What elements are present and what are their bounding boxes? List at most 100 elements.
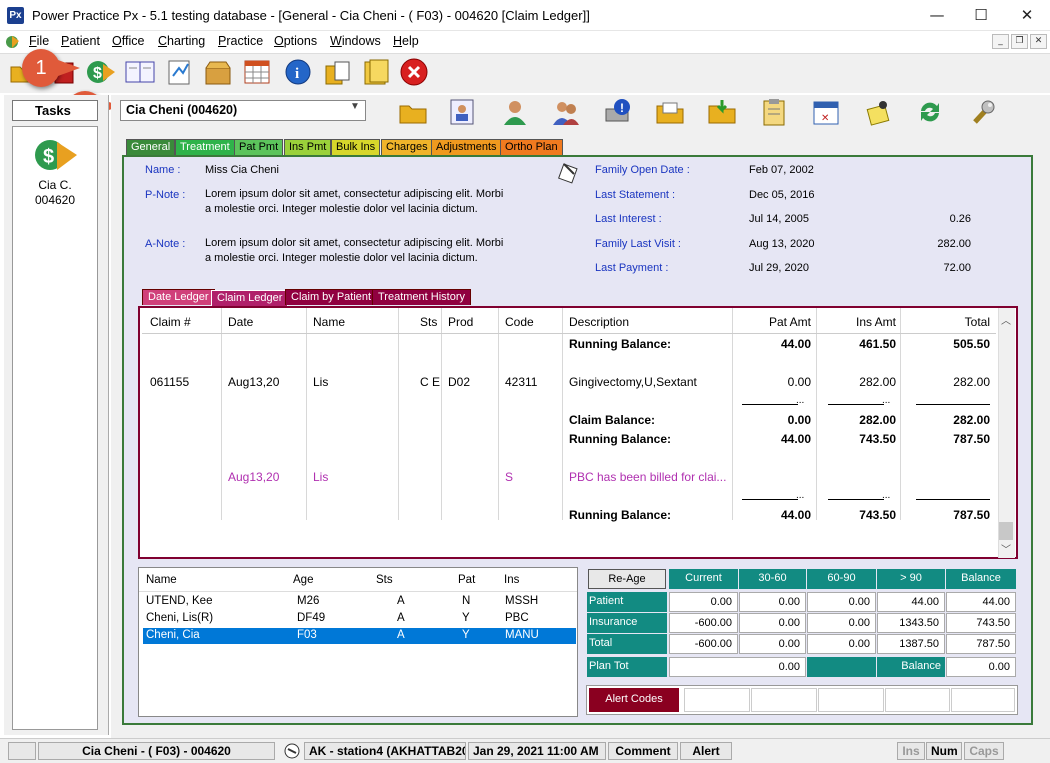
sidebar-patient-label[interactable]: Cia C. 004620 xyxy=(12,178,98,208)
alert-codes-button[interactable]: Alert Codes xyxy=(589,688,679,712)
col-total-header[interactable]: Total xyxy=(904,315,990,329)
family-name[interactable]: UTEND, Kee xyxy=(146,595,212,607)
claim-description[interactable]: Gingivectomy,U,Sextant xyxy=(569,375,697,389)
status-comment[interactable]: Comment xyxy=(608,742,678,760)
wrench-icon[interactable] xyxy=(964,95,1000,129)
family-pat[interactable]: Y xyxy=(462,629,470,641)
status-alert[interactable]: Alert xyxy=(680,742,732,760)
ledger-scrollbar[interactable] xyxy=(998,308,1015,558)
menu-help[interactable]: Help xyxy=(393,34,419,48)
clipboard-icon[interactable] xyxy=(756,95,792,129)
family-pat[interactable]: N xyxy=(462,595,470,607)
col-pat-amt-header[interactable]: Pat Amt xyxy=(736,315,811,329)
tasks-tab[interactable]: Tasks xyxy=(12,100,98,121)
pbc-name[interactable]: Lis xyxy=(313,470,328,484)
tab-date-ledger[interactable]: Date Ledger xyxy=(142,289,215,305)
claim-ins-amt[interactable]: 282.00 xyxy=(820,375,896,389)
col-name-header[interactable]: Name xyxy=(313,315,345,329)
claim-code[interactable]: 42311 xyxy=(505,375,537,389)
close-window-button[interactable]: ✕ xyxy=(1004,0,1050,31)
claim-date[interactable]: Aug13,20 xyxy=(228,375,279,389)
chart-notes-icon[interactable] xyxy=(163,55,197,89)
pbc-code[interactable]: S xyxy=(505,470,513,484)
tab-treatment[interactable]: Treatment xyxy=(175,139,235,156)
patient-select[interactable]: Cia Cheni (004620) xyxy=(120,100,366,121)
person-icon[interactable] xyxy=(497,95,533,129)
family-sts[interactable]: A xyxy=(397,629,405,641)
family-col-age[interactable]: Age xyxy=(293,574,313,586)
mdi-close-button[interactable]: ✕ xyxy=(1030,34,1047,49)
info-icon[interactable]: i xyxy=(281,55,315,89)
claim-name[interactable]: Lis xyxy=(313,375,328,389)
tab-bulk-ins[interactable]: Bulk Ins xyxy=(331,139,381,156)
tab-charges[interactable]: Charges xyxy=(381,139,433,156)
family-age[interactable]: M26 xyxy=(297,595,319,607)
calendar-icon[interactable]: ✕ xyxy=(808,95,844,129)
scroll-up-icon[interactable]: ︿ xyxy=(1001,312,1011,327)
family-name[interactable]: Cheni, Lis(R) xyxy=(146,612,213,624)
alert-printer-icon[interactable]: ! xyxy=(600,95,636,129)
files-folder-icon[interactable] xyxy=(360,55,394,89)
refresh-icon[interactable] xyxy=(912,95,948,129)
tab-pat-pmt[interactable]: Pat Pmt xyxy=(234,139,284,156)
pbc-description[interactable]: PBC has been billed for clai... xyxy=(569,470,726,484)
mdi-restore-button[interactable]: ❐ xyxy=(1011,34,1028,49)
col-claim-header[interactable]: Claim # xyxy=(150,315,191,329)
open-folder-icon[interactable] xyxy=(395,95,431,129)
family-pat[interactable]: Y xyxy=(462,612,470,624)
family-age[interactable]: DF49 xyxy=(297,612,325,624)
col-code-header[interactable]: Code xyxy=(505,315,534,329)
family-name[interactable]: Cheni, Cia xyxy=(146,629,200,641)
menu-windows[interactable]: Windows xyxy=(330,34,381,48)
ledger-dollar-icon[interactable]: $ xyxy=(84,55,118,89)
pbc-date[interactable]: Aug13,20 xyxy=(228,470,279,484)
re-age-button[interactable]: Re-Age xyxy=(588,569,666,589)
tab-adjustments[interactable]: Adjustments xyxy=(431,139,502,156)
menu-office[interactable]: Office xyxy=(112,34,144,48)
family-sts[interactable]: A xyxy=(397,595,405,607)
family-col-sts[interactable]: Sts xyxy=(376,574,393,586)
col-prod-header[interactable]: Prod xyxy=(448,315,473,329)
claim-total[interactable]: 282.00 xyxy=(904,375,990,389)
tab-ins-pmt[interactable]: Ins Pmt xyxy=(284,139,332,156)
minimize-button[interactable]: — xyxy=(914,0,960,31)
family-icon[interactable] xyxy=(548,95,584,129)
menu-patient[interactable]: Patient xyxy=(61,34,100,48)
tab-treatment-history[interactable]: Treatment History xyxy=(372,289,472,305)
family-col-ins[interactable]: Ins xyxy=(504,574,519,586)
family-ins[interactable]: MSSH xyxy=(505,595,538,607)
col-ins-amt-header[interactable]: Ins Amt xyxy=(820,315,896,329)
chevron-down-icon[interactable]: ▼ xyxy=(350,101,360,112)
tab-general[interactable]: General xyxy=(126,139,176,156)
schedule-grid-icon[interactable] xyxy=(240,55,274,89)
family-age[interactable]: F03 xyxy=(297,629,317,641)
import-folder-icon[interactable] xyxy=(704,95,740,129)
treatment-box-icon[interactable] xyxy=(201,55,235,89)
patient-card-icon[interactable] xyxy=(444,95,480,129)
family-sts[interactable]: A xyxy=(397,612,405,624)
appointment-book-icon[interactable] xyxy=(123,55,157,89)
family-ins[interactable]: PBC xyxy=(505,612,529,624)
claim-prod[interactable]: D02 xyxy=(448,375,470,389)
edit-note-icon[interactable] xyxy=(556,160,580,184)
family-col-name[interactable]: Name xyxy=(146,574,177,586)
documents-folder-icon[interactable] xyxy=(652,95,688,129)
tab-claim-ledger[interactable]: Claim Ledger xyxy=(211,290,289,307)
col-sts-header[interactable]: Sts xyxy=(420,315,437,329)
scroll-down-icon[interactable]: ﹀ xyxy=(1001,541,1011,556)
family-ins[interactable]: MANU xyxy=(505,629,539,641)
patient-ledger-icon[interactable]: $ xyxy=(33,134,79,174)
menu-practice[interactable]: Practice xyxy=(218,34,263,48)
family-col-pat[interactable]: Pat xyxy=(458,574,475,586)
menu-file[interactable]: File xyxy=(29,34,49,48)
claim-number[interactable]: 061155 xyxy=(150,375,189,389)
maximize-button[interactable]: ☐ xyxy=(958,0,1004,31)
col-date-header[interactable]: Date xyxy=(228,315,253,329)
tab-ortho-plan[interactable]: Ortho Plan xyxy=(500,139,563,156)
scrollbar-thumb[interactable] xyxy=(999,522,1013,540)
col-description-header[interactable]: Description xyxy=(569,315,629,329)
claim-sts[interactable]: C E xyxy=(420,375,440,389)
claim-pat-amt[interactable]: 0.00 xyxy=(736,375,811,389)
exit-icon[interactable] xyxy=(397,55,431,89)
pin-note-icon[interactable] xyxy=(860,95,896,129)
